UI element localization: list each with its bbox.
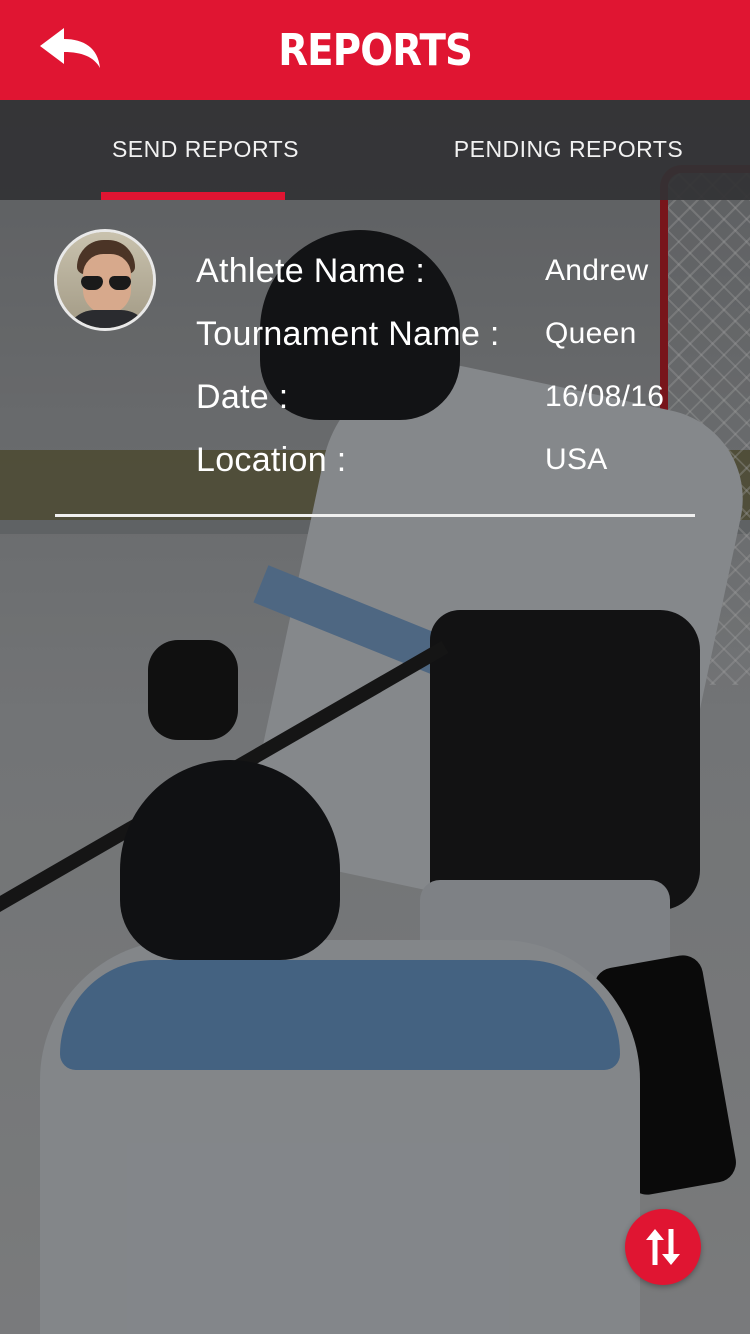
sort-arrows-icon [646, 1229, 680, 1265]
field-label: Date : [196, 377, 289, 416]
avatar-sunglasses [81, 276, 133, 292]
active-tab-indicator [101, 192, 285, 200]
sunglasses-lens [81, 276, 103, 290]
tab-pending-reports[interactable]: PENDING REPORTS [375, 100, 750, 200]
field-label: Athlete Name : [196, 251, 426, 290]
tab-send-reports[interactable]: SEND REPORTS [0, 100, 375, 200]
page-title: REPORTS [278, 24, 473, 76]
field-label: Location : [196, 440, 347, 479]
location-row: Location : USA [196, 435, 716, 485]
tab-label: PENDING REPORTS [453, 135, 684, 162]
back-arrow-icon [40, 28, 100, 68]
avatar [54, 229, 156, 331]
divider [55, 514, 695, 517]
report-card[interactable]: Athlete Name : Andrew Tournament Name : … [0, 200, 750, 520]
athlete-name-row: Athlete Name : Andrew [196, 246, 716, 296]
app-header: REPORTS [0, 0, 750, 100]
tournament-name-row: Tournament Name : Queen [196, 309, 716, 359]
tournament-name-value: Queen [545, 317, 637, 350]
sort-button[interactable] [625, 1209, 701, 1285]
athlete-name-value: Andrew [545, 254, 649, 287]
report-tabs: SEND REPORTS PENDING REPORTS [0, 100, 750, 200]
tab-label: SEND REPORTS [111, 135, 300, 162]
sunglasses-lens [109, 276, 131, 290]
date-value: 16/08/16 [545, 380, 665, 413]
date-row: Date : 16/08/16 [196, 372, 716, 422]
field-label: Tournament Name : [196, 314, 500, 353]
back-button[interactable] [34, 24, 106, 76]
location-value: USA [545, 443, 608, 476]
